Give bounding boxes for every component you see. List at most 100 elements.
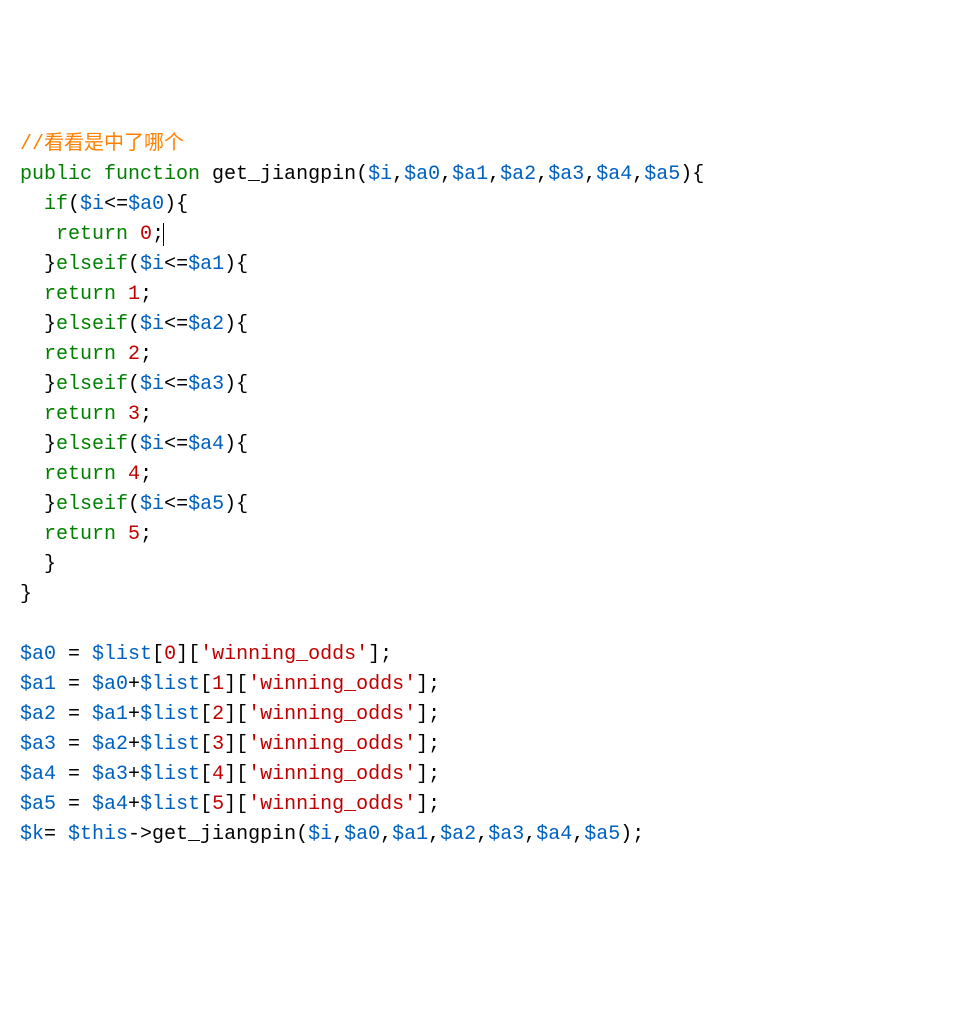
code-token: <= [104,193,128,216]
code-token: $this [68,823,128,846]
code-token: 2 [212,703,224,726]
code-token: , [584,163,596,186]
code-token: 3 [212,733,224,756]
code-token: $a3 [488,823,524,846]
code-token: ){ [224,253,248,276]
code-token: ; [140,283,152,306]
code-token: $a1 [20,673,56,696]
code-token [92,163,104,186]
code-token: $a2 [92,733,128,756]
code-token [128,223,140,246]
code-token: 'winning_odds' [248,793,416,816]
code-token: $a5 [584,823,620,846]
code-token: 0 [140,223,152,246]
code-token: 'winning_odds' [248,703,416,726]
code-token: , [440,163,452,186]
code-token: $i [140,313,164,336]
code-token [116,523,128,546]
code-token: return [44,283,116,306]
code-token: $a4 [92,793,128,816]
code-token: $list [140,793,200,816]
code-token: ){ [680,163,704,186]
code-token: $a4 [188,433,224,456]
code-token: = [56,793,92,816]
code-token: ( [128,433,140,456]
code-token [20,403,44,426]
code-token: return [44,523,116,546]
code-token: [ [200,793,212,816]
code-token: $a5 [20,793,56,816]
code-token: ][ [176,643,200,666]
code-token: } [20,583,32,606]
code-token: ){ [224,373,248,396]
code-token: return [56,223,128,246]
code-token: 1 [128,283,140,306]
code-token: , [476,823,488,846]
code-token: 0 [164,643,176,666]
code-token: get_jiangpin( [200,163,368,186]
code-token: elseif [56,313,128,336]
code-token: 'winning_odds' [200,643,368,666]
code-token: , [488,163,500,186]
code-token: ][ [224,703,248,726]
code-token: + [128,763,140,786]
code-token: $a1 [188,253,224,276]
code-token: ]; [416,703,440,726]
code-token: 3 [128,403,140,426]
code-token: $a4 [596,163,632,186]
code-token: ); [620,823,644,846]
code-token: $a0 [128,193,164,216]
code-token: , [380,823,392,846]
code-token: + [128,733,140,756]
code-token: ( [128,253,140,276]
code-token: $a5 [644,163,680,186]
code-token: $list [140,763,200,786]
code-token [20,463,44,486]
code-token: [ [152,643,164,666]
code-token: $a0 [344,823,380,846]
code-token: if [44,193,68,216]
code-token: ; [140,463,152,486]
code-block: //看看是中了哪个 public function get_jiangpin($… [20,130,950,850]
code-token: 4 [212,763,224,786]
code-token: ]; [416,673,440,696]
code-token [20,523,44,546]
code-token: $a3 [548,163,584,186]
code-token: ){ [224,493,248,516]
code-token: $i [140,433,164,456]
code-token: function [104,163,200,186]
code-token: 'winning_odds' [248,763,416,786]
code-token: $i [308,823,332,846]
code-token: ]; [416,763,440,786]
code-token: public [20,163,92,186]
code-token: [ [200,703,212,726]
code-token: 'winning_odds' [248,733,416,756]
code-token: ; [140,403,152,426]
code-token: [ [200,673,212,696]
code-token: $a2 [188,313,224,336]
code-token: $a2 [440,823,476,846]
code-token: } [20,493,56,516]
code-token: return [44,403,116,426]
code-token: ( [128,373,140,396]
code-token: <= [164,493,188,516]
code-token: $a1 [452,163,488,186]
code-token: $list [140,703,200,726]
code-token: 'winning_odds' [248,673,416,696]
code-token: ][ [224,763,248,786]
code-token: = [44,823,68,846]
code-token: , [392,163,404,186]
code-token: <= [164,373,188,396]
code-token: ->get_jiangpin( [128,823,308,846]
code-token: <= [164,313,188,336]
code-token: ][ [224,733,248,756]
code-token [20,343,44,366]
code-token: $list [92,643,152,666]
code-token: $a0 [404,163,440,186]
code-token: ( [68,193,80,216]
code-token: $i [140,493,164,516]
code-token: ]; [416,733,440,756]
code-token: $a2 [20,703,56,726]
code-token [116,283,128,306]
code-token: ( [128,493,140,516]
